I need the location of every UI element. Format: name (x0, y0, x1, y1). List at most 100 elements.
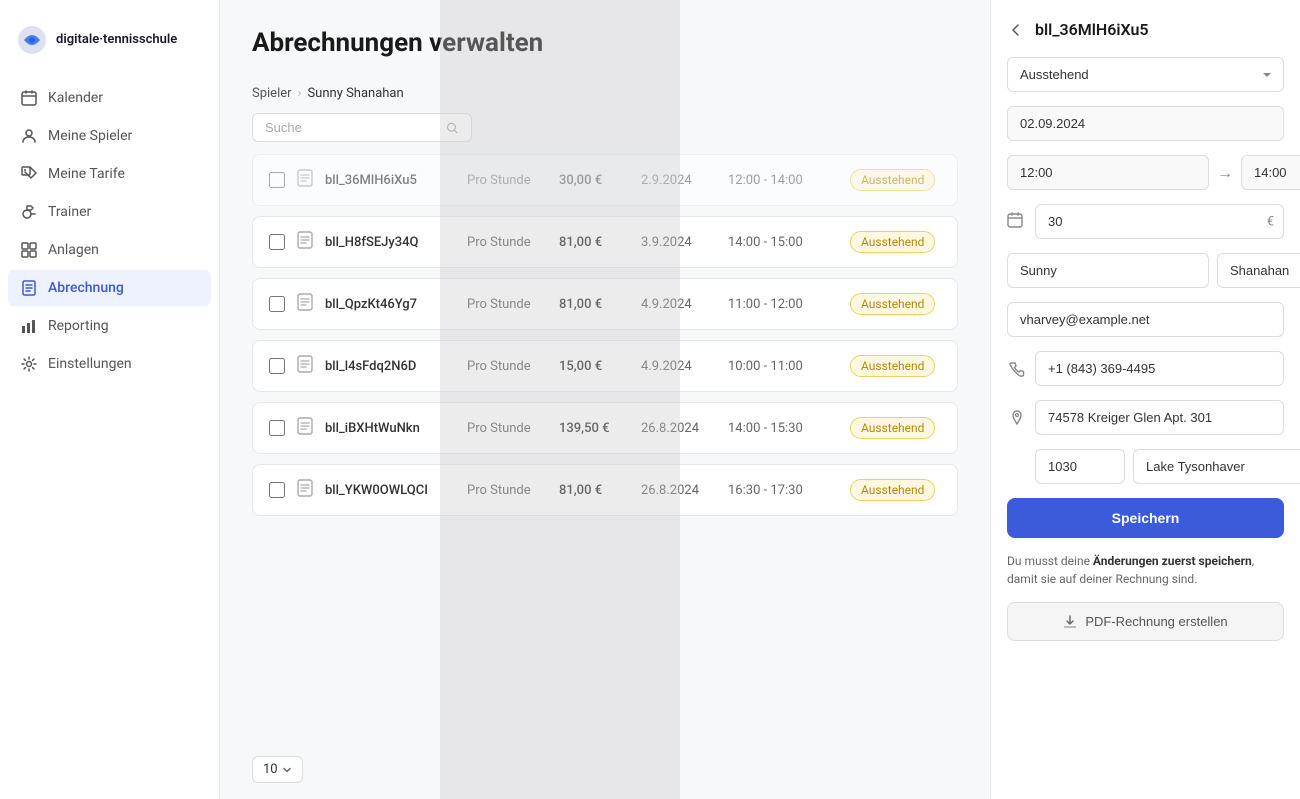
row-checkbox[interactable] (269, 296, 285, 312)
sidebar-item-reporting[interactable]: Reporting (8, 308, 211, 344)
sidebar-item-meine-tarife[interactable]: Meine Tarife (8, 156, 211, 192)
calendar-small-icon (1007, 212, 1027, 232)
pdf-button[interactable]: PDF-Rechnung erstellen (1007, 602, 1284, 641)
row-type: Pro Stunde (467, 173, 547, 188)
address-row (1007, 400, 1284, 435)
row-type: Pro Stunde (467, 359, 547, 374)
sidebar-label-trainer: Trainer (48, 204, 91, 220)
date-input[interactable] (1007, 106, 1284, 141)
chevron-down-icon (282, 765, 292, 775)
amount-input[interactable] (1035, 204, 1284, 239)
amount-row: € (1007, 204, 1284, 239)
row-checkbox[interactable] (269, 482, 285, 498)
download-icon (1063, 615, 1077, 629)
chart-icon (20, 317, 38, 335)
sidebar-nav: Kalender Meine Spieler Meine Tarife Trai… (0, 80, 219, 382)
document-icon (297, 479, 313, 501)
logo-text: digitale·tennisschule (56, 32, 177, 48)
row-checkbox[interactable] (269, 420, 285, 436)
city-input[interactable] (1133, 449, 1300, 484)
row-id: bll_YKW0OWLQCI (325, 483, 455, 498)
save-button[interactable]: Speichern (1007, 498, 1284, 538)
phone-input[interactable] (1035, 351, 1284, 386)
sidebar-item-einstellungen[interactable]: Einstellungen (8, 346, 211, 382)
last-name-input[interactable] (1217, 253, 1300, 288)
sidebar-item-anlagen[interactable]: Anlagen (8, 232, 211, 268)
time-from-input[interactable] (1007, 155, 1209, 190)
status-badge: Ausstehend (850, 293, 935, 315)
row-amount: 81,00 € (559, 297, 629, 312)
pagination-bar: 10 (220, 740, 990, 799)
billing-row[interactable]: bll_QpzKt46Yg7 Pro Stunde 81,00 € 4.9.20… (252, 278, 958, 330)
search-input[interactable] (265, 120, 438, 135)
zip-input[interactable] (1035, 449, 1125, 484)
name-row (1007, 253, 1284, 288)
billing-row[interactable]: bll_YKW0OWLQCI Pro Stunde 81,00 € 26.8.2… (252, 464, 958, 516)
row-type: Pro Stunde (467, 483, 547, 498)
status-badge: Ausstehend (850, 355, 935, 377)
billing-row[interactable]: bll_iBXHtWuNkn Pro Stunde 139,50 € 26.8.… (252, 402, 958, 454)
first-name-input[interactable] (1007, 253, 1209, 288)
time-to-input[interactable] (1241, 155, 1300, 190)
main-toolbar (220, 101, 990, 154)
row-time: 14:00 - 15:30 (728, 421, 838, 436)
row-id: bll_H8fSEJy34Q (325, 235, 455, 250)
sidebar-item-meine-spieler[interactable]: Meine Spieler (8, 118, 211, 154)
logo: digitale·tennisschule (0, 16, 219, 80)
whistle-icon (20, 203, 38, 221)
email-input[interactable] (1007, 302, 1284, 337)
per-page-value: 10 (263, 762, 278, 777)
row-time: 14:00 - 15:00 (728, 235, 838, 250)
row-amount: 81,00 € (559, 235, 629, 250)
search-box[interactable] (252, 113, 472, 142)
breadcrumb: Spieler › Sunny Shanahan (252, 86, 958, 101)
amount-input-wrap: € (1035, 204, 1284, 239)
back-button[interactable] (1007, 21, 1025, 39)
row-date: 4.9.2024 (641, 297, 716, 312)
billing-row[interactable]: bll_36MlH6iXu5 Pro Stunde 30,00 € 2.9.20… (252, 154, 958, 206)
billing-row[interactable]: bll_H8fSEJy34Q Pro Stunde 81,00 € 3.9.20… (252, 216, 958, 268)
row-checkbox[interactable] (269, 358, 285, 374)
row-checkbox[interactable] (269, 234, 285, 250)
document-icon (297, 417, 313, 439)
sidebar-label-einstellungen: Einstellungen (48, 356, 132, 372)
main-header: Abrechnungen verwalten (220, 0, 990, 74)
row-amount: 139,50 € (559, 421, 629, 436)
breadcrumb-parent[interactable]: Spieler (252, 86, 292, 101)
logo-icon (16, 24, 48, 56)
row-date: 2.9.2024 (641, 173, 716, 188)
status-select[interactable]: Ausstehend Bezahlt Storniert (1007, 57, 1284, 92)
right-panel: bll_36MlH6iXu5 Ausstehend Bezahlt Storni… (990, 0, 1300, 799)
row-amount: 15,00 € (559, 359, 629, 374)
sidebar-label-meine-spieler: Meine Spieler (48, 128, 132, 144)
tag-icon (20, 165, 38, 183)
per-page-select[interactable]: 10 (252, 756, 303, 783)
row-type: Pro Stunde (467, 297, 547, 312)
row-id: bll_l4sFdq2N6D (325, 359, 455, 374)
row-id: bll_36MlH6iXu5 (325, 173, 455, 188)
page-title: Abrechnungen verwalten (252, 28, 958, 58)
sidebar-label-anlagen: Anlagen (48, 242, 99, 258)
row-type: Pro Stunde (467, 421, 547, 436)
row-checkbox[interactable] (269, 172, 285, 188)
save-hint: Du musst deine Änderungen zuerst speiche… (1007, 552, 1284, 588)
sidebar-item-kalender[interactable]: Kalender (8, 80, 211, 116)
row-date: 3.9.2024 (641, 235, 716, 250)
row-id: bll_iBXHtWuNkn (325, 421, 455, 436)
row-time: 11:00 - 12:00 (728, 297, 838, 312)
sidebar-label-abrechnung: Abrechnung (48, 280, 124, 296)
main-content: Abrechnungen verwalten Spieler › Sunny S… (220, 0, 990, 799)
currency-symbol: € (1267, 214, 1274, 229)
billing-row[interactable]: bll_l4sFdq2N6D Pro Stunde 15,00 € 4.9.20… (252, 340, 958, 392)
sidebar: digitale·tennisschule Kalender Meine Spi… (0, 0, 220, 799)
row-type: Pro Stunde (467, 235, 547, 250)
breadcrumb-current: Sunny Shanahan (307, 86, 403, 101)
panel-header: bll_36MlH6iXu5 (1007, 20, 1284, 39)
address-input[interactable] (1035, 400, 1284, 435)
breadcrumb-separator: › (298, 86, 302, 101)
sidebar-item-abrechnung[interactable]: Abrechnung (8, 270, 211, 306)
gear-icon (20, 355, 38, 373)
time-arrow-icon: → (1217, 163, 1233, 183)
document-icon (297, 293, 313, 315)
sidebar-item-trainer[interactable]: Trainer (8, 194, 211, 230)
